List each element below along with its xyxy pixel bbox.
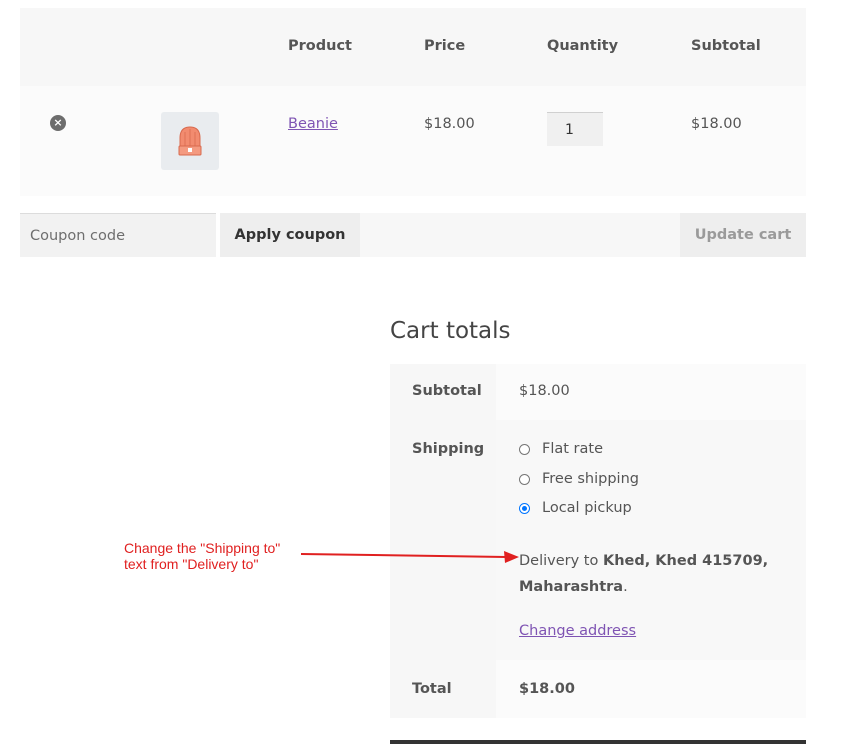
shipping-option-local-pickup[interactable]: Local pickup xyxy=(519,498,632,518)
change-address-link[interactable]: Change address xyxy=(519,623,636,639)
price-cell: $18.00 xyxy=(424,116,475,132)
product-thumbnail[interactable] xyxy=(161,112,219,170)
totals-label-column xyxy=(390,364,496,718)
proceed-to-checkout-bar[interactable] xyxy=(390,740,806,744)
shipping-option-flat-rate[interactable]: Flat rate xyxy=(519,439,603,459)
annotation-arrow-icon xyxy=(300,551,519,563)
apply-coupon-button[interactable]: Apply coupon xyxy=(220,213,360,257)
cart-totals-title: Cart totals xyxy=(390,318,511,344)
subtotal-label: Subtotal xyxy=(412,383,482,399)
total-value: $18.00 xyxy=(519,681,575,697)
header-quantity: Quantity xyxy=(547,38,619,54)
product-name-cell: Beanie xyxy=(288,116,338,132)
free-shipping-label: Free shipping xyxy=(542,471,639,487)
total-label: Total xyxy=(412,681,452,697)
header-price: Price xyxy=(424,38,466,54)
flat-rate-label: Flat rate xyxy=(542,441,604,457)
annotation-line-2: text from "Delivery to" xyxy=(124,556,259,572)
shipping-option-free-shipping[interactable]: Free shipping xyxy=(519,469,639,489)
local-pickup-label: Local pickup xyxy=(542,500,632,516)
shipping-destination: Delivery to Khed, Khed 415709, Maharasht… xyxy=(519,548,799,600)
beanie-icon xyxy=(178,126,202,156)
local-pickup-radio[interactable] xyxy=(519,502,530,514)
subtotal-value: $18.00 xyxy=(519,383,570,399)
annotation-line-1: Change the "Shipping to" xyxy=(124,540,281,556)
shipping-label: Shipping xyxy=(412,441,485,457)
update-cart-button[interactable]: Update cart xyxy=(680,213,806,257)
table-row: × Beanie $18.00 $18.00 xyxy=(20,86,806,196)
free-shipping-radio[interactable] xyxy=(519,473,530,485)
quantity-input[interactable] xyxy=(547,112,603,146)
coupon-code-input[interactable] xyxy=(20,213,216,257)
header-product: Product xyxy=(288,38,352,54)
delivery-prefix: Delivery to xyxy=(519,553,603,569)
actions-bar xyxy=(360,213,680,257)
header-subtotal: Subtotal xyxy=(691,38,761,54)
cart-table: Product Price Quantity Subtotal × Beanie… xyxy=(20,8,806,196)
remove-item-icon[interactable]: × xyxy=(50,115,66,131)
flat-rate-radio[interactable] xyxy=(519,443,530,455)
totals-value-column xyxy=(496,364,806,718)
product-link[interactable]: Beanie xyxy=(288,116,338,132)
annotation-note: Change the "Shipping to" text from "Deli… xyxy=(124,540,280,572)
delivery-suffix: . xyxy=(623,579,628,595)
cart-totals-table: Subtotal $18.00 Shipping Flat rate Free … xyxy=(390,364,806,718)
subtotal-cell: $18.00 xyxy=(691,116,742,132)
cart-table-header: Product Price Quantity Subtotal xyxy=(20,8,806,86)
